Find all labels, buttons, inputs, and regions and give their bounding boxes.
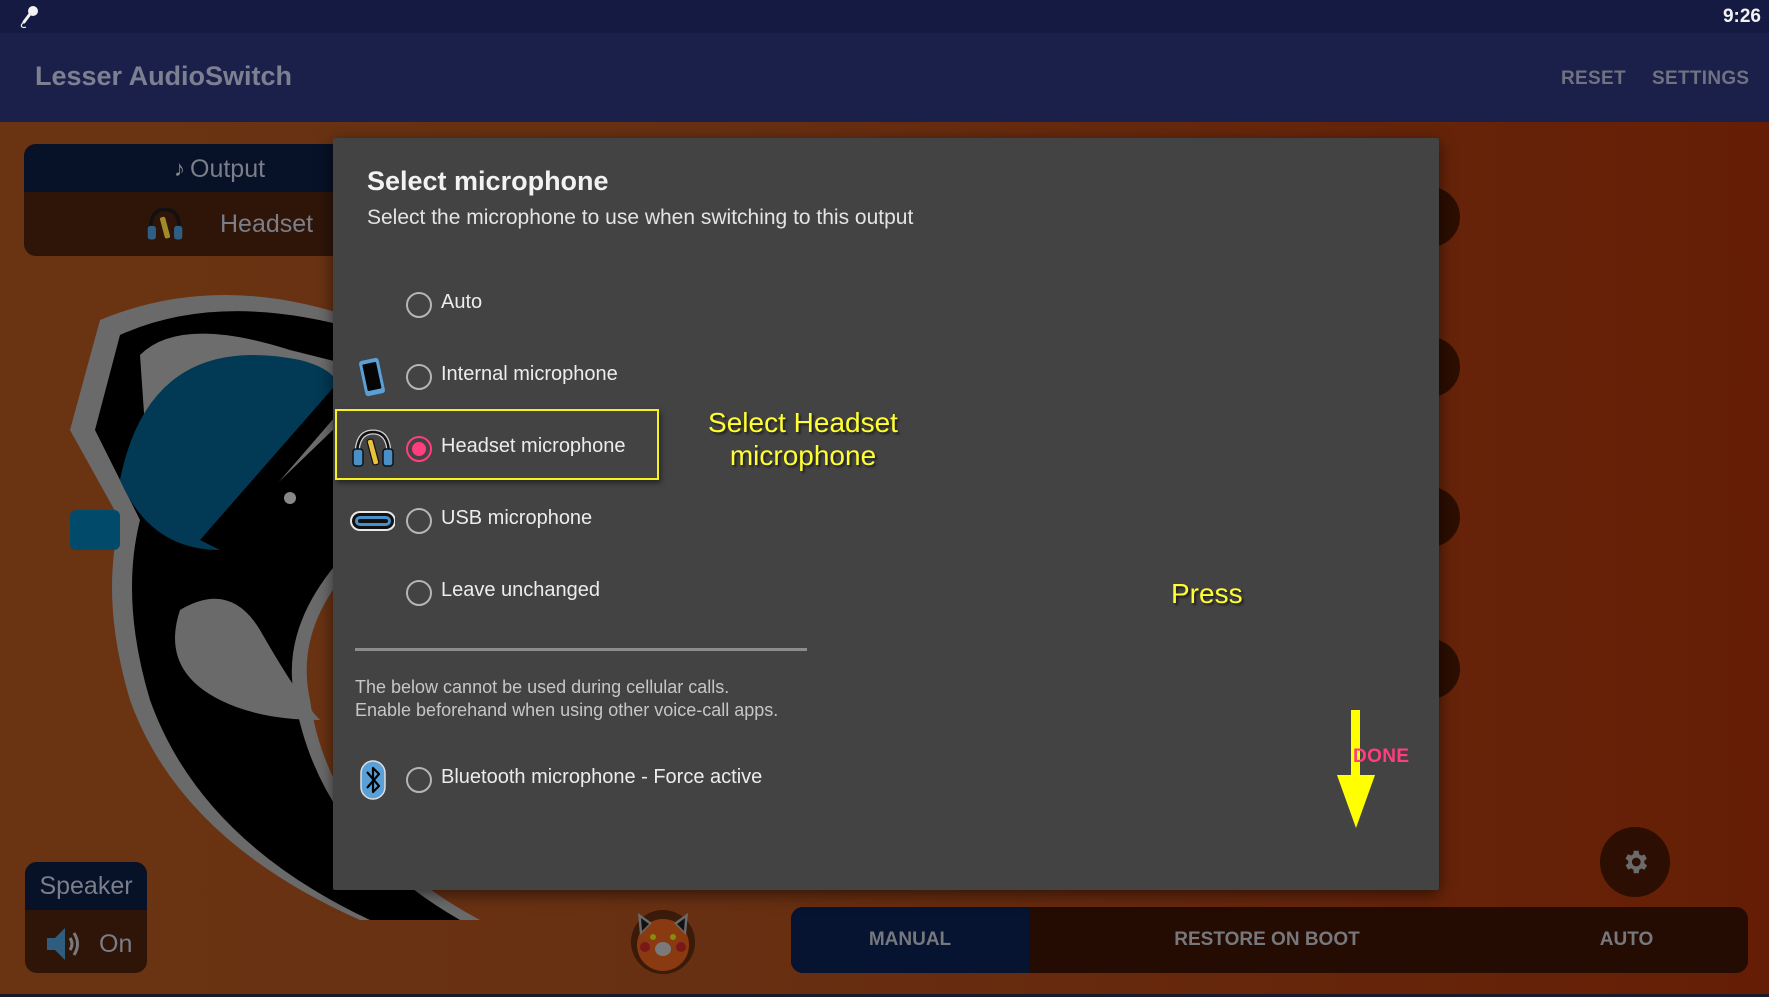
radio-button[interactable] <box>406 508 432 534</box>
note-line: The below cannot be used during cellular… <box>355 677 730 697</box>
microphone-icon <box>20 6 38 29</box>
phone-icon <box>359 357 385 397</box>
usb-c-icon <box>350 511 395 531</box>
speaker-card[interactable]: Speaker On <box>25 862 147 973</box>
option-label: Auto <box>441 291 483 313</box>
annotation-press: Press <box>1171 578 1243 609</box>
music-note-icon: ♪ <box>174 156 185 181</box>
option-auto[interactable]: Auto <box>333 275 1033 335</box>
option-bluetooth-microphone[interactable]: Bluetooth microphone - Force active <box>333 750 1033 810</box>
bluetooth-note: The below cannot be used during cellular… <box>355 676 778 722</box>
option-internal-microphone[interactable]: Internal microphone <box>333 347 1033 407</box>
annotation-line: Select Headset <box>708 407 898 438</box>
option-label: USB microphone <box>441 507 593 529</box>
done-button[interactable]: DONE <box>1353 746 1410 768</box>
dialog-title: Select microphone <box>367 166 609 196</box>
annotation-select-headset: Select Headset microphone <box>653 406 953 472</box>
gear-icon <box>1625 850 1647 874</box>
headset-icon <box>147 207 183 240</box>
output-card-label: Output <box>190 155 266 183</box>
option-label: Internal microphone <box>441 363 618 385</box>
tab-restore-on-boot[interactable]: RESTORE ON BOOT <box>1029 907 1505 973</box>
option-label: Leave unchanged <box>441 579 601 601</box>
radio-button[interactable] <box>406 292 432 318</box>
tab-auto[interactable]: AUTO <box>1505 907 1748 973</box>
annotation-highlight-box <box>335 409 659 480</box>
radio-button[interactable] <box>406 767 432 793</box>
mascot-logo[interactable] <box>628 905 698 975</box>
dialog-subtitle: Select the microphone to use when switch… <box>367 206 914 229</box>
reset-button[interactable]: RESET <box>1561 68 1626 90</box>
radio-button[interactable] <box>406 364 432 390</box>
output-card-value: Headset <box>220 210 314 238</box>
app-title: Lesser AudioSwitch <box>35 61 293 91</box>
tab-manual[interactable]: MANUAL <box>791 907 1029 973</box>
option-usb-microphone[interactable]: USB microphone <box>333 491 1033 551</box>
speaker-icon <box>47 928 79 960</box>
settings-button[interactable]: SETTINGS <box>1652 68 1749 90</box>
radio-button[interactable] <box>406 580 432 606</box>
bluetooth-icon <box>360 760 386 800</box>
speaker-card-value: On <box>99 930 133 958</box>
speaker-card-label: Speaker <box>39 872 133 900</box>
annotation-arrow-down-icon <box>1337 710 1375 828</box>
annotation-line: microphone <box>729 440 877 471</box>
option-leave-unchanged[interactable]: Leave unchanged <box>333 563 1033 623</box>
status-bar: 9:26 <box>0 0 1769 33</box>
mode-tab-bar: MANUAL RESTORE ON BOOT AUTO <box>791 907 1748 973</box>
settings-fab[interactable] <box>1600 827 1670 897</box>
divider <box>355 648 807 651</box>
select-microphone-dialog: Select microphone Select the microphone … <box>333 138 1439 890</box>
app-bar: Lesser AudioSwitch RESET SETTINGS <box>0 33 1769 122</box>
option-label: Bluetooth microphone - Force active <box>441 766 763 788</box>
note-line: Enable beforehand when using other voice… <box>355 700 779 720</box>
output-card[interactable]: ♪ Output Headset <box>24 144 364 256</box>
clock: 9:26 <box>1722 6 1761 27</box>
